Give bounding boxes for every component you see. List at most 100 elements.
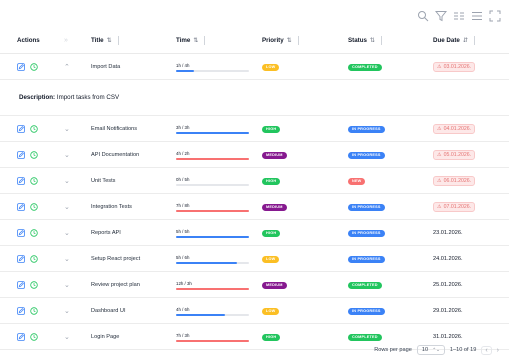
edit-icon[interactable] bbox=[17, 63, 25, 71]
expand-row-icon[interactable]: ⌄ bbox=[64, 116, 70, 142]
time-progress-fill bbox=[176, 235, 249, 238]
task-title: Login Page bbox=[91, 334, 120, 340]
priority-cell: HIGH bbox=[262, 220, 281, 246]
status-cell: IN PROGRESS bbox=[348, 194, 385, 220]
log-time-icon[interactable] bbox=[30, 281, 38, 289]
table-row[interactable]: ⌄ Dashboard UI 4h / 6h LOW IN PROGRESS 2… bbox=[0, 298, 509, 324]
edit-icon[interactable] bbox=[17, 281, 25, 289]
log-time-icon[interactable] bbox=[30, 229, 38, 237]
log-time-icon[interactable] bbox=[30, 63, 38, 71]
priority-cell: LOW bbox=[262, 246, 280, 272]
sort-icon[interactable]: ⇅ bbox=[370, 37, 375, 44]
task-title: Unit Tests bbox=[91, 178, 116, 184]
status-badge: IN PROGRESS bbox=[348, 229, 385, 237]
filter-icon[interactable] bbox=[435, 10, 447, 22]
column-resizer[interactable] bbox=[117, 35, 119, 45]
edit-icon[interactable] bbox=[17, 125, 25, 133]
table-row[interactable]: ⌄ Review project plan 12h / 3h MEDIUM CO… bbox=[0, 272, 509, 298]
time-label: 7h / 3h bbox=[176, 332, 190, 338]
edit-icon[interactable] bbox=[17, 255, 25, 263]
header-due-date[interactable]: Due Date ⇵ bbox=[433, 26, 475, 54]
edit-icon[interactable] bbox=[17, 203, 25, 211]
status-cell: IN PROGRESS bbox=[348, 142, 385, 168]
sort-icon[interactable]: ⇵ bbox=[463, 37, 468, 44]
time-cell: 4h / 2h bbox=[176, 142, 249, 168]
table-row[interactable]: ⌃ Import Data 1h / 4h LOW COMPLETED ⚠ 03.… bbox=[0, 54, 509, 80]
log-time-icon[interactable] bbox=[30, 125, 38, 133]
time-label: 5h / 6h bbox=[176, 254, 190, 260]
status-cell: COMPLETED bbox=[348, 272, 382, 298]
row-actions bbox=[17, 324, 38, 350]
table-row[interactable]: ⌄ Setup React project 5h / 6h LOW IN PRO… bbox=[0, 246, 509, 272]
pagination: Rows per page 10 ⌃⌄ 1–10 of 19 ‹ › bbox=[374, 344, 499, 356]
header-actions: Actions bbox=[17, 36, 40, 44]
time-cell: 4h / 6h bbox=[176, 298, 249, 324]
table-row[interactable]: ⌄ Reports API 5h / 5h HIGH IN PROGRESS 2… bbox=[0, 220, 509, 246]
expand-row-icon[interactable]: ⌄ bbox=[64, 194, 70, 220]
table-row[interactable]: ⌄ Email Notifications 3h / 3h HIGH IN PR… bbox=[0, 116, 509, 142]
search-icon[interactable] bbox=[417, 10, 429, 22]
column-resizer[interactable] bbox=[473, 35, 475, 45]
status-badge: COMPLETED bbox=[348, 333, 382, 341]
log-time-icon[interactable] bbox=[30, 307, 38, 315]
time-label: 4h / 2h bbox=[176, 150, 190, 156]
column-resizer[interactable] bbox=[204, 35, 206, 45]
log-time-icon[interactable] bbox=[30, 203, 38, 211]
sort-icon[interactable]: ⇅ bbox=[107, 37, 112, 44]
log-time-icon[interactable] bbox=[30, 151, 38, 159]
log-time-icon[interactable] bbox=[30, 255, 38, 263]
expand-row-icon[interactable]: ⌄ bbox=[64, 220, 70, 246]
density-icon[interactable] bbox=[471, 10, 483, 22]
table-body: ⌃ Import Data 1h / 4h LOW COMPLETED ⚠ 03.… bbox=[0, 54, 509, 350]
due-date-cell: 24.01.2026. bbox=[433, 246, 463, 272]
previous-page-button[interactable]: ‹ bbox=[481, 345, 492, 355]
expand-row-icon[interactable]: ⌄ bbox=[64, 324, 70, 350]
header-time[interactable]: Time ⇅ bbox=[176, 26, 206, 54]
priority-badge: HIGH bbox=[262, 125, 281, 133]
status-badge: IN PROGRESS bbox=[348, 307, 385, 315]
header-priority[interactable]: Priority ⇅ bbox=[262, 26, 299, 54]
expand-row-icon[interactable]: ⌄ bbox=[64, 298, 70, 324]
log-time-icon[interactable] bbox=[30, 177, 38, 185]
next-page-button[interactable]: › bbox=[497, 347, 499, 354]
task-title: Reports API bbox=[91, 230, 121, 236]
edit-icon[interactable] bbox=[17, 307, 25, 315]
time-label: 1h / 4h bbox=[176, 62, 190, 68]
time-progress-bar bbox=[176, 69, 249, 72]
priority-badge: MEDIUM bbox=[262, 203, 287, 211]
row-actions bbox=[17, 54, 38, 80]
due-date-cell: ⚠ 04.01.2026. bbox=[433, 116, 476, 142]
edit-icon[interactable] bbox=[17, 333, 25, 341]
header-status[interactable]: Status ⇅ bbox=[348, 26, 382, 54]
due-date-text: 25.01.2026. bbox=[433, 282, 463, 288]
edit-icon[interactable] bbox=[17, 229, 25, 237]
columns-icon[interactable] bbox=[453, 10, 465, 22]
header-expand-all[interactable]: » bbox=[64, 26, 68, 54]
rows-per-page-select[interactable]: 10 ⌃⌄ bbox=[416, 345, 445, 355]
fullscreen-icon[interactable] bbox=[489, 10, 501, 22]
time-cell: 0h / 5h bbox=[176, 168, 249, 194]
table-row[interactable]: ⌄ Integration Tests 7h / 8h MEDIUM IN PR… bbox=[0, 194, 509, 220]
warning-icon: ⚠ bbox=[437, 178, 442, 184]
header-title[interactable]: Title ⇅ bbox=[91, 26, 119, 54]
sort-icon[interactable]: ⇅ bbox=[193, 37, 198, 44]
column-resizer[interactable] bbox=[380, 35, 382, 45]
priority-badge: MEDIUM bbox=[262, 281, 287, 289]
task-description: Description: Import tasks from CSV bbox=[19, 94, 119, 101]
row-actions bbox=[17, 246, 38, 272]
task-title: Email Notifications bbox=[91, 126, 138, 132]
time-progress-fill bbox=[176, 209, 249, 212]
edit-icon[interactable] bbox=[17, 177, 25, 185]
expand-row-icon[interactable]: ⌄ bbox=[64, 272, 70, 298]
sort-icon[interactable]: ⇅ bbox=[287, 37, 292, 44]
expand-row-icon[interactable]: ⌄ bbox=[64, 142, 70, 168]
expand-all-icon[interactable]: » bbox=[64, 37, 68, 44]
table-row[interactable]: ⌄ API Documentation 4h / 2h MEDIUM IN PR… bbox=[0, 142, 509, 168]
expand-row-icon[interactable]: ⌄ bbox=[64, 246, 70, 272]
column-resizer[interactable] bbox=[297, 35, 299, 45]
edit-icon[interactable] bbox=[17, 151, 25, 159]
expand-row-icon[interactable]: ⌄ bbox=[64, 168, 70, 194]
table-row[interactable]: ⌄ Unit Tests 0h / 5h HIGH NEW ⚠ 06.01.202… bbox=[0, 168, 509, 194]
collapse-row-icon[interactable]: ⌃ bbox=[64, 54, 70, 80]
log-time-icon[interactable] bbox=[30, 333, 38, 341]
